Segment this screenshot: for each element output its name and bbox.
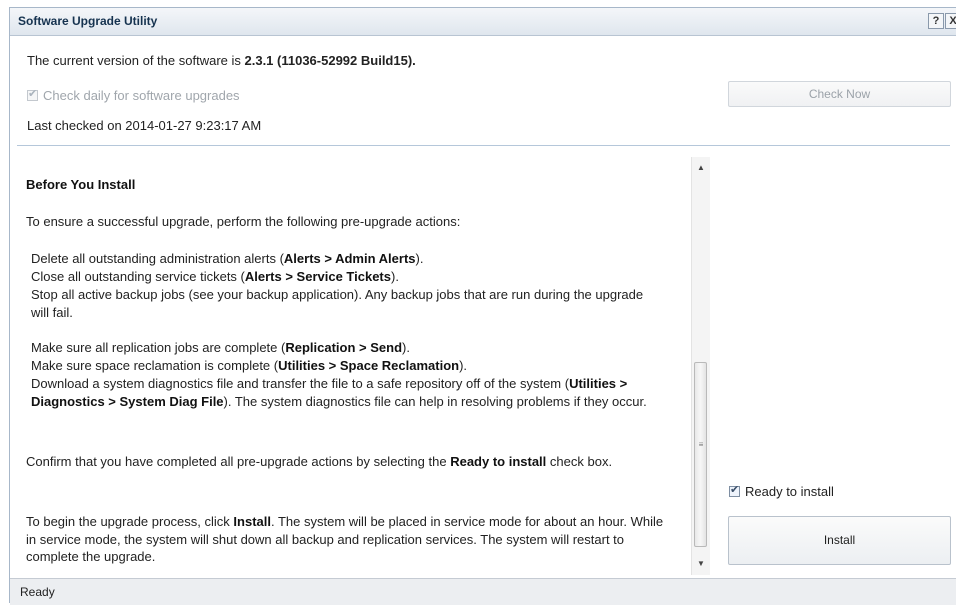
action-item: Make sure space reclamation is complete … bbox=[31, 358, 468, 373]
section-heading: Before You Install bbox=[26, 177, 136, 192]
software-upgrade-window: Software Upgrade Utility ? X The current… bbox=[9, 7, 956, 605]
check-daily-label: Check daily for software upgrades bbox=[43, 88, 240, 103]
scroll-up-icon[interactable]: ▲ bbox=[692, 160, 710, 176]
status-text: Ready bbox=[20, 585, 55, 599]
intro-text: To ensure a successful upgrade, perform … bbox=[26, 214, 461, 229]
checkmark-icon: ✔ bbox=[730, 484, 740, 496]
title-bar: Software Upgrade Utility ? X bbox=[10, 8, 956, 36]
ready-to-install-label: Ready to install bbox=[745, 484, 834, 499]
divider bbox=[17, 145, 950, 146]
begin-text: To begin the upgrade process, click Inst… bbox=[26, 514, 664, 564]
ready-to-install-checkbox[interactable]: ✔ bbox=[729, 484, 740, 497]
help-button[interactable]: ? bbox=[928, 13, 944, 29]
checkmark-icon: ✔ bbox=[28, 88, 38, 100]
confirm-text: Confirm that you have completed all pre-… bbox=[26, 454, 613, 469]
last-checked-text: Last checked on 2014-01-27 9:23:17 AM bbox=[27, 118, 262, 133]
action-item: Delete all outstanding administration al… bbox=[31, 251, 424, 266]
scroll-thumb[interactable]: ≡ bbox=[694, 362, 707, 547]
ready-to-install-row: ✔ Ready to install bbox=[729, 484, 834, 499]
check-now-button[interactable]: Check Now bbox=[728, 81, 951, 107]
check-daily-row: ✔ Check daily for software upgrades bbox=[27, 88, 240, 103]
action-item: Make sure all replication jobs are compl… bbox=[31, 340, 410, 355]
instructions-panel: Before You Install To ensure a successfu… bbox=[17, 157, 690, 575]
version-line: The current version of the software is 2… bbox=[27, 53, 416, 68]
version-value: 2.3.1 (11036-52992 Build15). bbox=[244, 53, 416, 68]
action-item: Stop all active backup jobs (see your ba… bbox=[31, 287, 644, 320]
version-prefix: The current version of the software is bbox=[27, 53, 241, 68]
vertical-scrollbar[interactable]: ▲ ≡ ▼ bbox=[691, 157, 710, 575]
close-button[interactable]: X bbox=[945, 13, 956, 29]
action-item: Download a system diagnostics file and t… bbox=[31, 376, 647, 409]
check-daily-checkbox[interactable]: ✔ bbox=[27, 88, 38, 101]
action-item: Close all outstanding service tickets (A… bbox=[31, 269, 399, 284]
status-bar: Ready bbox=[10, 578, 956, 605]
scroll-down-icon[interactable]: ▼ bbox=[692, 556, 710, 572]
grip-icon: ≡ bbox=[698, 440, 704, 449]
window-title: Software Upgrade Utility bbox=[18, 14, 158, 28]
install-button[interactable]: Install bbox=[728, 516, 951, 565]
